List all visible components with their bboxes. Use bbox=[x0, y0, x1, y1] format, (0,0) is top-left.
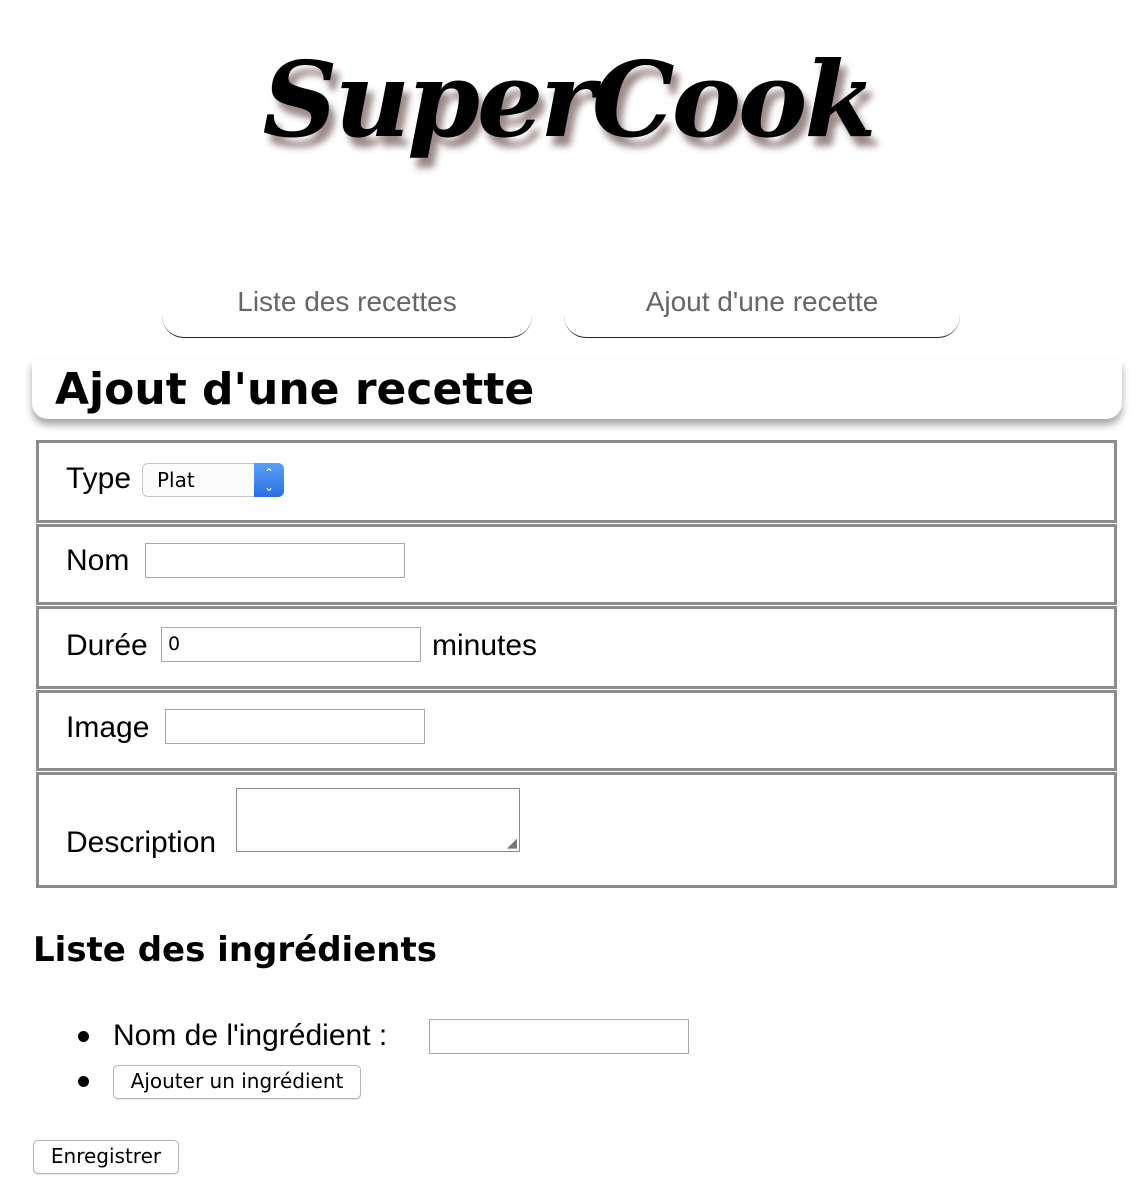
form-row-description: Description ◢ bbox=[36, 772, 1117, 888]
page-header: Ajout d'une recette bbox=[32, 360, 1122, 419]
supercook-logo: SuperCook bbox=[262, 38, 877, 161]
form-row-nom: Nom bbox=[36, 524, 1117, 605]
nav-tab-ajout-recette[interactable]: Ajout d'une recette bbox=[564, 280, 960, 338]
nav-tab-liste-des-recettes[interactable]: Liste des recettes bbox=[162, 280, 532, 338]
ingredients-title: Liste des ingrédients bbox=[33, 930, 437, 970]
resize-grip-icon[interactable]: ◢ bbox=[507, 837, 517, 850]
image-input[interactable] bbox=[165, 709, 425, 744]
page-title: Ajout d'une recette bbox=[55, 364, 535, 415]
select-stepper-icon: ⌃ ⌄ bbox=[254, 463, 284, 497]
ingredient-name-input[interactable] bbox=[429, 1019, 689, 1054]
description-label: Description bbox=[66, 826, 217, 859]
list-bullet bbox=[78, 1076, 89, 1087]
image-label: Image bbox=[66, 711, 150, 744]
nom-input[interactable] bbox=[145, 543, 405, 578]
ingredient-name-label: Nom de l'ingrédient : bbox=[113, 1019, 388, 1052]
save-button[interactable]: Enregistrer bbox=[33, 1140, 179, 1174]
description-textarea[interactable]: ◢ bbox=[236, 788, 520, 852]
form-row-duree: Durée 0 minutes bbox=[36, 606, 1117, 689]
type-select-value: Plat bbox=[157, 468, 195, 492]
type-label: Type bbox=[66, 462, 132, 495]
nom-label: Nom bbox=[66, 544, 130, 577]
list-bullet bbox=[78, 1031, 89, 1042]
duree-unit-label: minutes bbox=[432, 629, 538, 662]
add-ingredient-button[interactable]: Ajouter un ingrédient bbox=[113, 1065, 361, 1099]
duree-label: Durée bbox=[66, 629, 148, 662]
form-row-image: Image bbox=[36, 690, 1117, 771]
duree-input[interactable]: 0 bbox=[161, 627, 421, 662]
form-row-type: Type Plat ⌃ ⌄ bbox=[36, 440, 1117, 523]
type-select[interactable]: Plat ⌃ ⌄ bbox=[142, 463, 284, 497]
